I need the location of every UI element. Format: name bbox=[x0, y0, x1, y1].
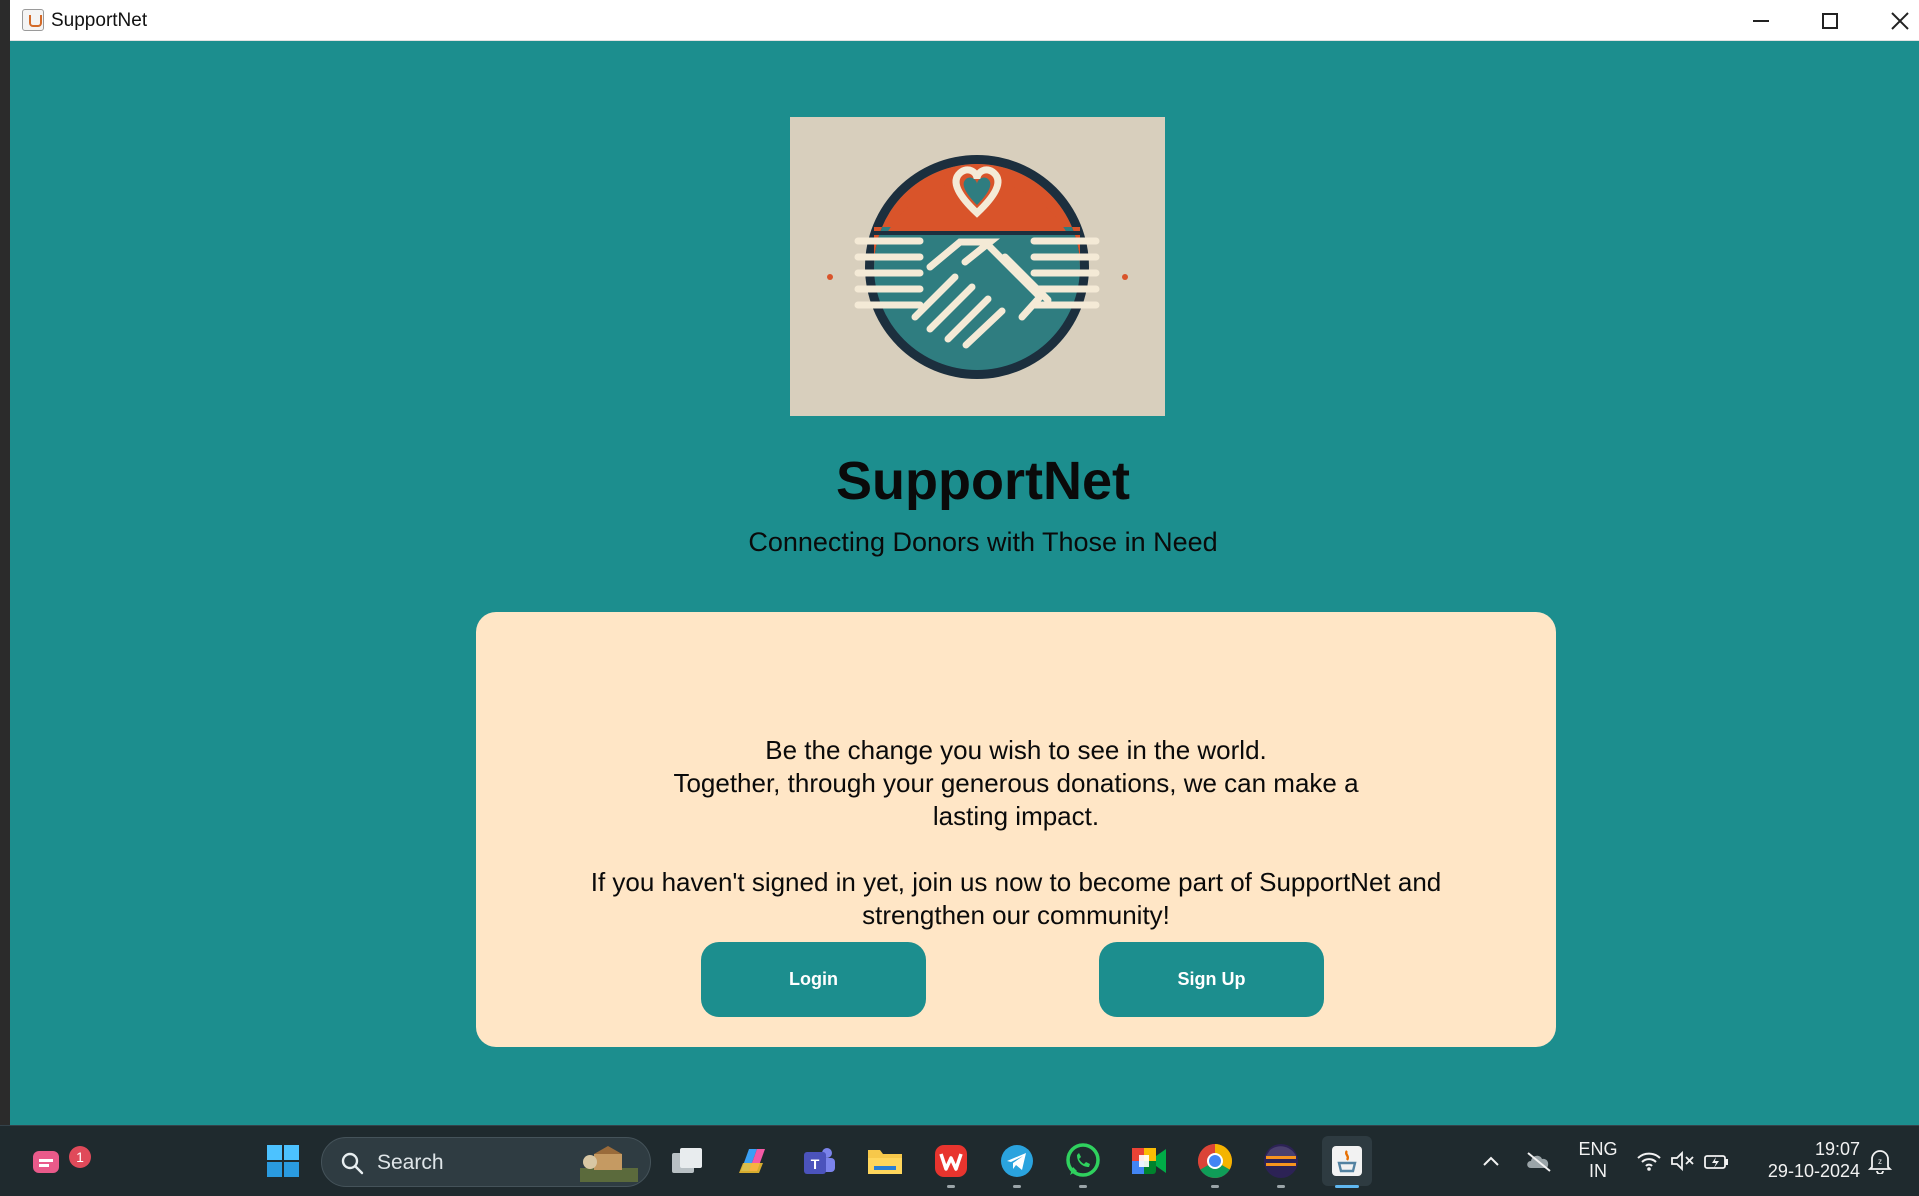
running-indicator bbox=[947, 1185, 955, 1188]
volume-muted-icon bbox=[1671, 1150, 1694, 1172]
signup-button[interactable]: Sign Up bbox=[1099, 942, 1324, 1017]
desktop-edge bbox=[0, 0, 10, 1125]
clock[interactable]: 19:07 29-10-2024 bbox=[1752, 1138, 1860, 1182]
search-highlight-icon bbox=[580, 1146, 638, 1182]
whatsapp-button[interactable] bbox=[1058, 1136, 1108, 1188]
chevron-up-icon bbox=[1483, 1156, 1499, 1166]
maximize-icon bbox=[1822, 12, 1838, 29]
bell-snooze-icon: z bbox=[1868, 1150, 1892, 1174]
supportnet-logo bbox=[790, 117, 1165, 416]
teams-icon: T bbox=[804, 1148, 835, 1174]
welcome-message-line1: Be the change you wish to see in the wor… bbox=[765, 735, 1267, 765]
svg-text:z: z bbox=[1878, 1157, 1882, 1166]
chrome-button[interactable] bbox=[1190, 1136, 1240, 1188]
clock-date: 29-10-2024 bbox=[1767, 1161, 1860, 1181]
welcome-message-line2: Together, through your generous donation… bbox=[673, 768, 1359, 831]
language-code: ENG bbox=[1578, 1139, 1618, 1159]
login-button[interactable]: Login bbox=[701, 942, 926, 1017]
file-explorer-button[interactable] bbox=[860, 1136, 910, 1186]
google-meet-icon bbox=[1132, 1148, 1166, 1174]
telegram-icon bbox=[1001, 1145, 1033, 1177]
signin-invite: If you haven't signed in yet, join us no… bbox=[590, 867, 1442, 930]
welcome-card: Be the change you wish to see in the wor… bbox=[476, 612, 1556, 1047]
search-icon bbox=[341, 1152, 364, 1175]
title-bar[interactable]: SupportNet bbox=[10, 0, 1919, 41]
main-content: SupportNet Connecting Donors with Those … bbox=[10, 42, 1919, 1125]
java-icon bbox=[1332, 1146, 1362, 1176]
copilot-icon bbox=[739, 1149, 765, 1173]
svg-text:T: T bbox=[811, 1156, 820, 1172]
copilot-button[interactable] bbox=[728, 1136, 778, 1186]
handshake-heart-logo-icon bbox=[790, 117, 1165, 416]
close-icon bbox=[1891, 11, 1909, 30]
window-title: SupportNet bbox=[51, 10, 148, 31]
chrome-icon bbox=[1198, 1144, 1232, 1178]
close-button[interactable] bbox=[1866, 0, 1919, 41]
notifications-button[interactable]: z bbox=[1860, 1136, 1900, 1186]
widgets-button[interactable]: 1 bbox=[22, 1136, 91, 1186]
whatsapp-icon bbox=[1066, 1143, 1100, 1177]
wifi-icon bbox=[1637, 1152, 1661, 1171]
onedrive-button[interactable] bbox=[1514, 1136, 1564, 1186]
quick-settings-button[interactable] bbox=[1628, 1136, 1738, 1186]
clock-time: 19:07 bbox=[1814, 1139, 1860, 1159]
taskbar-search[interactable]: Search bbox=[321, 1137, 651, 1187]
eclipse-button[interactable] bbox=[1256, 1136, 1306, 1188]
cloud-offline-icon bbox=[1527, 1152, 1551, 1172]
app-window: SupportNet SupportNet Connecting Donors … bbox=[10, 0, 1919, 1125]
running-indicator bbox=[1335, 1185, 1359, 1188]
minimize-icon bbox=[1753, 19, 1769, 22]
language-indicator[interactable]: ENG IN bbox=[1570, 1138, 1626, 1182]
task-view-icon bbox=[672, 1148, 702, 1173]
notification-badge: 1 bbox=[69, 1146, 91, 1168]
taskbar: 1 Search T ENG IN 19:07 29-10-2024 z bbox=[0, 1125, 1919, 1196]
app-title: SupportNet bbox=[836, 451, 1130, 511]
region-code: IN bbox=[1589, 1161, 1607, 1181]
start-button[interactable] bbox=[258, 1136, 308, 1186]
battery-charging-icon bbox=[1704, 1155, 1728, 1169]
maximize-button[interactable] bbox=[1796, 0, 1864, 41]
welcome-message: Be the change you wish to see in the wor… bbox=[556, 734, 1476, 833]
show-hidden-icons-button[interactable] bbox=[1466, 1136, 1516, 1186]
widgets-icon bbox=[33, 1151, 59, 1173]
wps-office-button[interactable] bbox=[926, 1136, 976, 1188]
running-indicator bbox=[1277, 1185, 1285, 1188]
running-indicator bbox=[1013, 1185, 1021, 1188]
eclipse-icon bbox=[1264, 1144, 1298, 1178]
java-app-icon bbox=[22, 9, 44, 31]
running-indicator bbox=[1079, 1185, 1087, 1188]
minimize-button[interactable] bbox=[1727, 0, 1795, 41]
google-meet-button[interactable] bbox=[1124, 1136, 1174, 1186]
search-placeholder: Search bbox=[377, 1151, 444, 1174]
java-app-button[interactable] bbox=[1322, 1136, 1372, 1188]
teams-button[interactable]: T bbox=[794, 1136, 844, 1186]
running-indicator bbox=[1211, 1185, 1219, 1188]
app-tagline: Connecting Donors with Those in Need bbox=[748, 527, 1218, 557]
task-view-button[interactable] bbox=[662, 1136, 712, 1186]
windows-start-icon bbox=[267, 1145, 299, 1177]
folder-icon bbox=[868, 1150, 902, 1174]
wps-office-icon bbox=[935, 1145, 967, 1177]
telegram-button[interactable] bbox=[992, 1136, 1042, 1188]
